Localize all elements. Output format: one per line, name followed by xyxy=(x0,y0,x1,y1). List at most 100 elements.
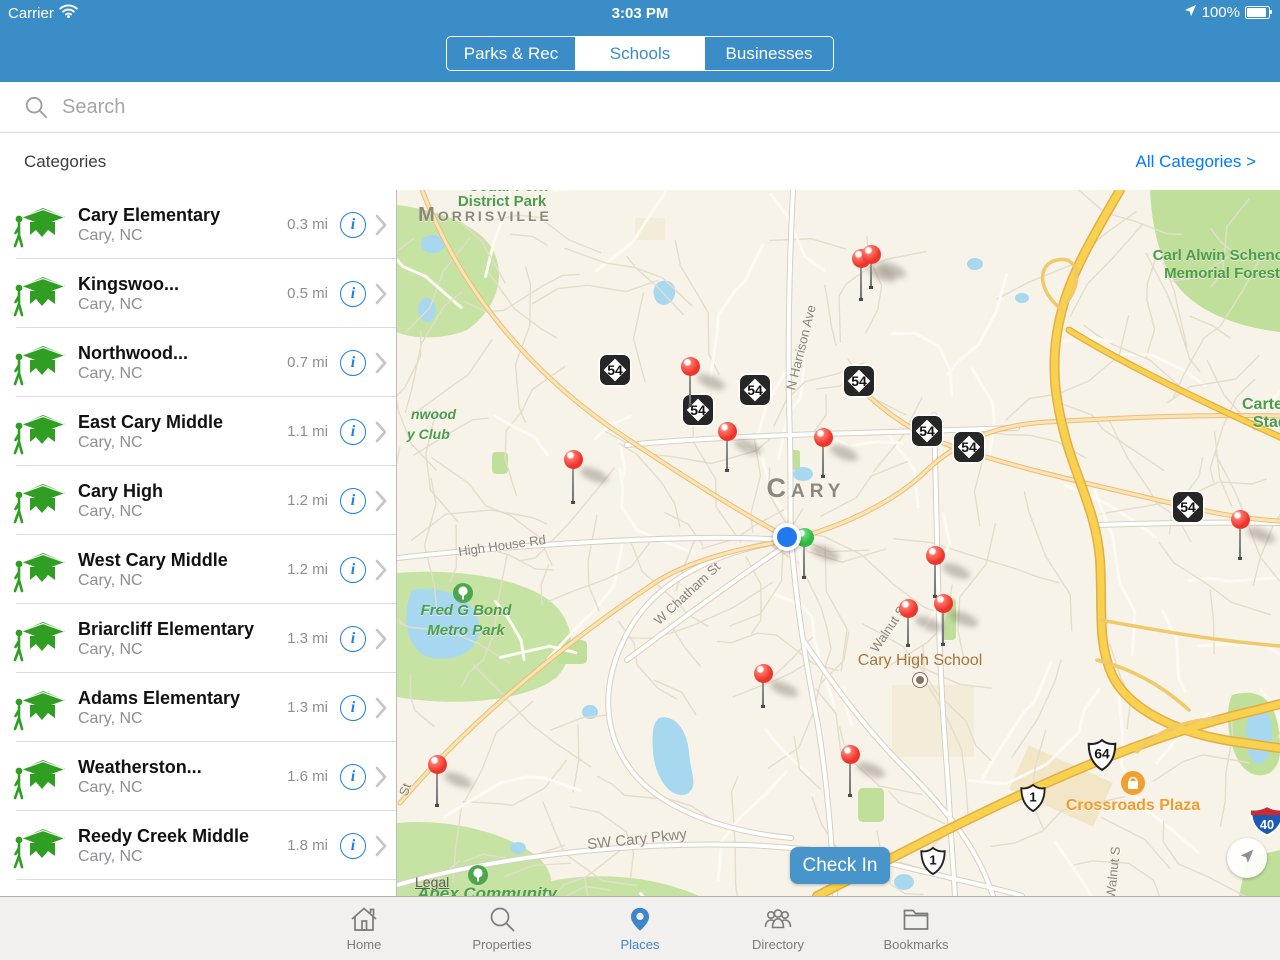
school-location: Cary, NC xyxy=(78,503,143,520)
tab-bar: Home Properties Places Directory xyxy=(0,896,1280,960)
info-button[interactable]: i xyxy=(340,212,366,238)
red-map-pin[interactable] xyxy=(926,546,945,565)
all-categories-link[interactable]: All Categories > xyxy=(1136,152,1256,172)
list-item-partial[interactable] xyxy=(0,880,396,896)
school-name: East Cary Middle xyxy=(78,412,223,432)
people-icon xyxy=(762,903,794,935)
list-item[interactable]: Briarcliff ElementaryCary, NC1.3 mii xyxy=(0,604,396,673)
search-tab-icon xyxy=(488,903,516,935)
red-map-pin[interactable] xyxy=(718,422,737,441)
pin-needle xyxy=(860,263,862,301)
school-icon xyxy=(12,754,68,800)
tab-home[interactable]: Home xyxy=(295,897,433,960)
list-item[interactable]: East Cary MiddleCary, NC1.1 mii xyxy=(0,397,396,466)
red-map-pin[interactable] xyxy=(841,745,860,764)
red-map-pin[interactable] xyxy=(681,357,700,376)
legal-link[interactable]: Legal xyxy=(415,874,449,890)
route-shield-us1: 1 xyxy=(919,846,947,876)
info-button[interactable]: i xyxy=(340,350,366,376)
chevron-right-icon xyxy=(366,352,396,374)
list-item[interactable]: Cary ElementaryCary, NC0.3 mii xyxy=(0,190,396,259)
school-location: Cary, NC xyxy=(78,779,143,796)
school-distance: 1.6 mi xyxy=(266,768,328,785)
segment-parks-rec[interactable]: Parks & Rec xyxy=(447,37,575,70)
school-list: Cary ElementaryCary, NC0.3 miiKingswoo..… xyxy=(0,190,397,896)
list-item[interactable]: West Cary MiddleCary, NC1.2 mii xyxy=(0,535,396,604)
red-map-pin[interactable] xyxy=(934,594,953,613)
school-distance: 1.1 mi xyxy=(266,423,328,440)
map-base-layer xyxy=(397,190,1280,896)
route-shield-us1: 1 xyxy=(1019,783,1047,813)
tab-places[interactable]: Places xyxy=(571,897,709,960)
segment-businesses[interactable]: Businesses xyxy=(704,37,833,70)
route-shield-nc54: 54 xyxy=(844,366,874,396)
locate-button[interactable] xyxy=(1227,838,1267,878)
search-bar xyxy=(0,82,1280,133)
info-button[interactable]: i xyxy=(340,419,366,445)
list-item[interactable]: Kingswoo...Cary, NC0.5 mii xyxy=(0,259,396,328)
school-location: Cary, NC xyxy=(78,296,143,313)
svg-text:64: 64 xyxy=(1094,746,1110,762)
tab-properties[interactable]: Properties xyxy=(433,897,571,960)
school-icon xyxy=(12,409,68,455)
school-name: Briarcliff Elementary xyxy=(78,619,254,639)
home-icon xyxy=(349,903,379,935)
chevron-right-icon xyxy=(366,766,396,788)
school-location: Cary, NC xyxy=(78,710,143,727)
info-button[interactable]: i xyxy=(340,695,366,721)
info-button[interactable]: i xyxy=(340,764,366,790)
school-distance: 1.2 mi xyxy=(266,492,328,509)
content: Cary ElementaryCary, NC0.3 miiKingswoo..… xyxy=(0,190,1280,896)
map-canvas[interactable]: Cedar Fork District Park Morrisville Car… xyxy=(397,190,1280,896)
folder-icon xyxy=(902,903,930,935)
chevron-right-icon xyxy=(366,835,396,857)
school-distance: 1.3 mi xyxy=(266,699,328,716)
school-icon xyxy=(12,547,68,593)
chevron-right-icon xyxy=(366,421,396,443)
school-name: Weatherston... xyxy=(78,757,202,777)
list-item[interactable]: Adams ElementaryCary, NC1.3 mii xyxy=(0,673,396,742)
info-button[interactable]: i xyxy=(340,833,366,859)
chevron-right-icon xyxy=(366,490,396,512)
battery-percent: 100% xyxy=(1202,4,1240,21)
svg-text:1: 1 xyxy=(929,853,936,868)
red-map-pin[interactable] xyxy=(814,428,833,447)
clock: 3:03 PM xyxy=(0,5,1280,22)
red-map-pin[interactable] xyxy=(428,755,447,774)
pin-needle xyxy=(1239,524,1241,560)
location-services-icon xyxy=(1184,4,1197,21)
school-location: Cary, NC xyxy=(78,227,143,244)
list-item[interactable]: Cary HighCary, NC1.2 mii xyxy=(0,466,396,535)
user-location-dot[interactable] xyxy=(773,523,801,551)
info-button[interactable]: i xyxy=(340,557,366,583)
search-icon xyxy=(24,95,48,119)
segment-schools[interactable]: Schools xyxy=(575,37,704,70)
list-item[interactable]: Reedy Creek MiddleCary, NC1.8 mii xyxy=(0,811,396,880)
tab-directory[interactable]: Directory xyxy=(709,897,847,960)
list-item[interactable]: Weatherston... Cary, NC 1.6 mi i xyxy=(0,742,396,811)
battery-icon xyxy=(1245,6,1270,19)
categories-title: Categories xyxy=(24,152,106,172)
list-item[interactable]: Northwood...Cary, NC0.7 mii xyxy=(0,328,396,397)
map-pin-icon xyxy=(627,903,653,935)
route-shield-nc54: 54 xyxy=(600,355,630,385)
pin-needle xyxy=(870,259,872,289)
pin-needle xyxy=(762,678,764,708)
school-location: Cary, NC xyxy=(78,641,143,658)
red-map-pin[interactable] xyxy=(754,664,773,683)
school-icon xyxy=(12,478,68,524)
red-map-pin[interactable] xyxy=(1231,510,1250,529)
school-distance: 0.3 mi xyxy=(266,216,328,233)
check-in-button[interactable]: Check In xyxy=(790,847,890,884)
school-icon xyxy=(12,685,68,731)
red-map-pin[interactable] xyxy=(564,450,583,469)
red-map-pin[interactable] xyxy=(899,599,918,618)
red-map-pin[interactable] xyxy=(862,245,881,264)
chevron-right-icon xyxy=(366,559,396,581)
tab-bookmarks[interactable]: Bookmarks xyxy=(847,897,985,960)
search-input[interactable] xyxy=(60,95,1280,120)
info-button[interactable]: i xyxy=(340,488,366,514)
info-button[interactable]: i xyxy=(340,626,366,652)
route-shield-nc54: 54 xyxy=(1173,492,1203,522)
info-button[interactable]: i xyxy=(340,281,366,307)
